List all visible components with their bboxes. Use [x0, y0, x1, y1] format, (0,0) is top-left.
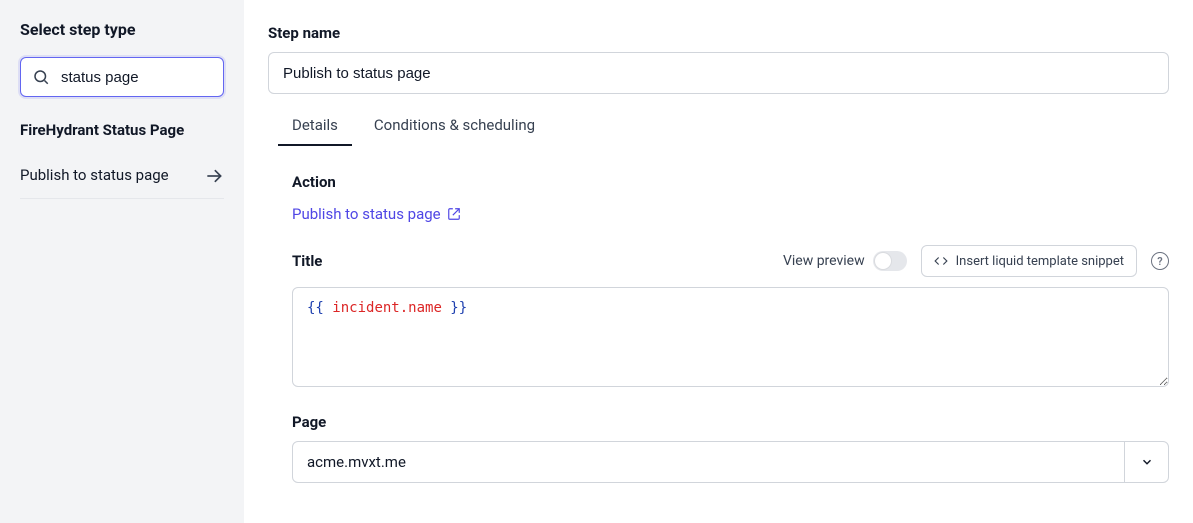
details-section: Action Publish to status page Title View…: [268, 173, 1169, 483]
main: Step name Details Conditions & schedulin…: [244, 0, 1193, 523]
tab-conditions-scheduling[interactable]: Conditions & scheduling: [374, 116, 535, 146]
search-wrapper: [20, 57, 224, 97]
tab-details[interactable]: Details: [292, 116, 338, 146]
view-preview-label: View preview: [783, 253, 865, 269]
action-link-text: Publish to status page: [292, 205, 441, 223]
code-icon: [934, 254, 948, 268]
sidebar: Select step type FireHydrant Status Page…: [0, 0, 244, 523]
action-label: Action: [292, 173, 1169, 191]
title-block: Title View preview Insert liquid templat…: [292, 245, 1169, 387]
title-header: Title View preview Insert liquid templat…: [292, 245, 1169, 277]
search-input[interactable]: [20, 57, 224, 97]
help-icon[interactable]: ?: [1151, 252, 1169, 270]
title-editor[interactable]: {{ incident.name }}: [292, 287, 1169, 387]
insert-snippet-label: Insert liquid template snippet: [956, 254, 1124, 269]
result-item-label: Publish to status page: [20, 165, 169, 186]
page-select[interactable]: acme.mvxt.me: [292, 441, 1169, 483]
chevron-down-icon: [1140, 455, 1154, 469]
tabs: Details Conditions & scheduling: [268, 116, 1169, 147]
step-name-input[interactable]: [268, 52, 1169, 94]
action-block: Action Publish to status page: [292, 173, 1169, 223]
search-icon: [32, 68, 50, 86]
sidebar-title: Select step type: [20, 20, 224, 39]
arrow-right-icon: [204, 166, 224, 186]
results-header: FireHydrant Status Page: [20, 121, 224, 139]
external-link-icon: [447, 207, 461, 221]
page-select-caret[interactable]: [1124, 442, 1168, 482]
page-select-value: acme.mvxt.me: [293, 442, 1124, 482]
page-block: Page acme.mvxt.me: [292, 413, 1169, 483]
title-label: Title: [292, 252, 322, 270]
step-name-block: Step name: [268, 24, 1169, 94]
result-item-publish-to-status-page[interactable]: Publish to status page: [20, 153, 224, 199]
view-preview-toggle[interactable]: View preview: [783, 251, 907, 271]
title-controls: View preview Insert liquid template snip…: [783, 245, 1169, 277]
step-name-label: Step name: [268, 24, 1169, 42]
toggle-switch[interactable]: [873, 251, 907, 271]
action-link[interactable]: Publish to status page: [292, 205, 461, 223]
page-label: Page: [292, 413, 1169, 431]
insert-snippet-button[interactable]: Insert liquid template snippet: [921, 245, 1137, 277]
